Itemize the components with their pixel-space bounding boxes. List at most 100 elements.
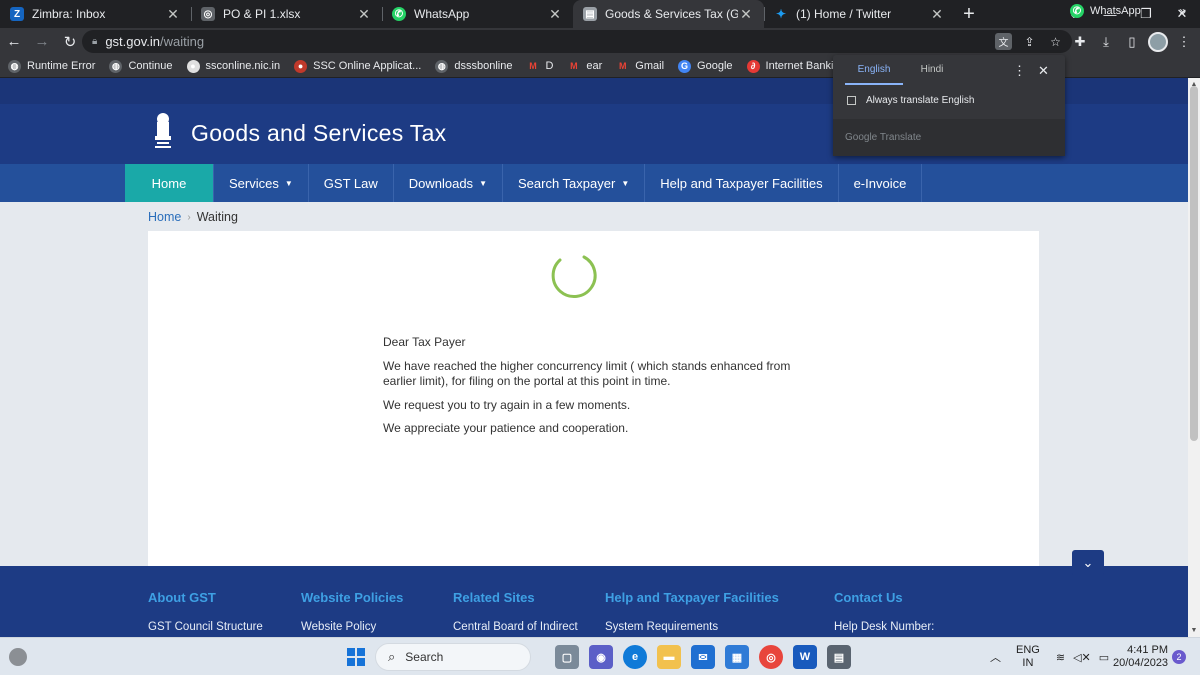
extensions-puzzle-icon[interactable]: ✚ <box>1070 32 1090 52</box>
whatsapp-icon: ✆ <box>1070 4 1084 18</box>
footer-col-help: Help and Taxpayer Facilities System Requ… <box>605 590 779 633</box>
loading-spinner-icon <box>551 255 597 299</box>
mail-icon[interactable]: ✉ <box>691 645 715 669</box>
bookmark-item[interactable]: M Gmail <box>616 60 664 73</box>
nav-item-search-taxpayer[interactable]: Search Taxpayer ▼ <box>503 164 646 202</box>
windows-taskbar: ⌕ Search ▢ ◉ e ▬ ✉ ▦ ◎ W ▤ ︿ ENG IN ≋ ◁✕… <box>0 637 1200 675</box>
bookmark-item[interactable]: ● ssconline.nic.in <box>186 59 280 73</box>
tab-twitter[interactable]: ✦ (1) Home / Twitter ✕ <box>764 0 955 28</box>
caret-down-icon: ▼ <box>479 178 487 188</box>
footer-link[interactable]: GST Council Structure <box>148 621 263 633</box>
footer-link[interactable]: Central Board of Indirect <box>453 621 578 633</box>
page-scrollbar[interactable]: ▲ ▼ <box>1188 78 1200 637</box>
footer-link[interactable]: System Requirements <box>605 621 779 633</box>
always-translate-checkbox[interactable]: Always translate English <box>847 95 974 106</box>
calculator-icon[interactable]: ▤ <box>827 645 851 669</box>
google-translate-footer: Google Translate <box>833 119 1065 156</box>
bookmarks-overflow-button[interactable]: » <box>1179 4 1186 18</box>
chrome-icon[interactable]: ◎ <box>759 645 783 669</box>
file-explorer-icon[interactable]: ▬ <box>657 645 681 669</box>
nav-item-gst-law[interactable]: GST Law <box>309 164 394 202</box>
nav-item-services[interactable]: Services ▼ <box>214 164 309 202</box>
nav-label: Services <box>229 175 279 191</box>
globe-icon: ◍ <box>109 59 123 73</box>
footer-col-policies: Website Policies Website Policy <box>301 590 403 633</box>
close-icon[interactable]: ✕ <box>738 6 754 23</box>
nav-item-downloads[interactable]: Downloads ▼ <box>394 164 503 202</box>
tab-zimbra[interactable]: Z Zimbra: Inbox ✕ <box>0 0 191 28</box>
translate-options-icon[interactable]: ⋮ <box>1013 63 1026 79</box>
bookmark-item[interactable]: ◍ Continue <box>109 59 173 73</box>
nav-item-e-invoice[interactable]: e-Invoice <box>839 164 923 202</box>
tab-title: Goods & Services Tax (GST) | We <box>605 7 738 21</box>
breadcrumb-home-link[interactable]: Home <box>148 210 181 224</box>
taskbar-apps: ▢ ◉ e ▬ ✉ ▦ ◎ W ▤ <box>555 645 851 669</box>
url-path: /waiting <box>160 34 205 49</box>
close-icon[interactable]: ✕ <box>356 6 372 23</box>
forward-button[interactable]: → <box>28 28 56 55</box>
footer-col-contact: Contact Us Help Desk Number: <box>834 590 934 633</box>
tab-po-pi[interactable]: ◎ PO & PI 1.xlsx ✕ <box>191 0 382 28</box>
gmail-icon: M <box>529 61 537 71</box>
weather-widget-icon[interactable] <box>9 648 27 666</box>
scroll-down-button[interactable]: ⌄ <box>1072 550 1104 576</box>
taskbar-search[interactable]: ⌕ Search <box>375 643 531 671</box>
notification-badge[interactable]: 2 <box>1172 650 1186 664</box>
lock-icon[interactable]: 🔒︎ <box>92 36 97 47</box>
close-icon[interactable]: ✕ <box>165 6 181 23</box>
bookmark-item[interactable]: MD <box>526 60 553 73</box>
menu-kebab-icon[interactable]: ⋮ <box>1174 32 1194 52</box>
download-icon[interactable]: ⤓ <box>1096 32 1116 52</box>
bookmark-item[interactable]: ◍ dsssbonline <box>435 59 512 73</box>
profile-avatar[interactable] <box>1148 31 1168 52</box>
nav-item-help-and-taxpayer-facilities[interactable]: Help and Taxpayer Facilities <box>645 164 839 202</box>
caret-down-icon: ▼ <box>284 178 293 188</box>
windows-start-icon[interactable] <box>347 648 365 666</box>
task-view-icon[interactable]: ▢ <box>555 645 579 669</box>
bookmark-label: WhatsApp <box>1090 5 1141 17</box>
browser-toolbar: ← → ↻ 🔒︎ gst.gov.in/waiting 文 ⇪ ☆ ✚ ⤓ ▯ … <box>0 28 1200 55</box>
reload-button[interactable]: ↻ <box>56 28 84 55</box>
share-icon[interactable]: ⇪ <box>1021 33 1038 50</box>
close-icon[interactable]: ✕ <box>547 6 563 23</box>
translate-tab-hindi[interactable]: Hindi <box>903 64 961 85</box>
scroll-down-arrow-icon[interactable]: ▼ <box>1188 627 1200 634</box>
bookmark-item[interactable]: ● SSC Online Applicat... <box>294 59 421 73</box>
back-button[interactable]: ← <box>0 28 28 55</box>
bookmark-label: D <box>545 60 554 72</box>
globe-icon: ◍ <box>435 59 449 73</box>
address-bar[interactable]: 🔒︎ gst.gov.in/waiting 文 ⇪ ☆ <box>82 30 1072 53</box>
nav-label: GST Law <box>323 175 378 191</box>
translate-tab-english[interactable]: English <box>845 64 903 85</box>
zimbra-icon: Z <box>10 7 24 21</box>
close-icon[interactable]: ✕ <box>929 6 945 23</box>
nav-item-home[interactable]: Home <box>125 164 214 202</box>
teams-chat-icon[interactable]: ◉ <box>589 645 613 669</box>
tab-gst[interactable]: ▤ Goods & Services Tax (GST) | We ✕ <box>573 0 764 28</box>
volume-muted-icon[interactable]: ◁✕ <box>1073 651 1091 664</box>
wifi-icon[interactable]: ≋ <box>1056 651 1065 664</box>
bookmark-item[interactable]: G Google <box>678 59 733 73</box>
bank-icon: ∂ <box>746 59 760 73</box>
new-tab-button[interactable]: + <box>955 0 983 28</box>
side-panel-icon[interactable]: ▯ <box>1122 32 1142 52</box>
scrollbar-thumb[interactable] <box>1190 86 1198 441</box>
bookmark-whatsapp[interactable]: ✆ WhatsApp <box>1070 4 1141 18</box>
store-icon[interactable]: ▦ <box>725 645 749 669</box>
tab-strip: Z Zimbra: Inbox ✕ ◎ PO & PI 1.xlsx ✕ ✆ W… <box>0 0 1200 28</box>
waiting-message: Dear Tax Payer We have reached the highe… <box>383 335 793 445</box>
bookmark-item[interactable]: ◍ Runtime Error <box>8 59 95 73</box>
translate-close-icon[interactable]: ✕ <box>1038 63 1049 79</box>
star-icon[interactable]: ☆ <box>1047 33 1064 50</box>
word-icon[interactable]: W <box>793 645 817 669</box>
footer-link[interactable]: Website Policy <box>301 621 403 633</box>
checkbox-box[interactable] <box>847 96 856 105</box>
clock[interactable]: 4:41 PM 20/04/2023 <box>1113 644 1168 670</box>
language-indicator[interactable]: ENG IN <box>1016 644 1040 670</box>
battery-icon[interactable]: ▭ <box>1099 651 1109 664</box>
edge-icon[interactable]: e <box>623 645 647 669</box>
bookmark-item[interactable]: Mear <box>567 60 602 73</box>
tab-whatsapp[interactable]: ✆ WhatsApp ✕ <box>382 0 573 28</box>
chevron-up-icon[interactable]: ︿ <box>990 649 1004 665</box>
translate-icon[interactable]: 文 <box>995 33 1012 50</box>
